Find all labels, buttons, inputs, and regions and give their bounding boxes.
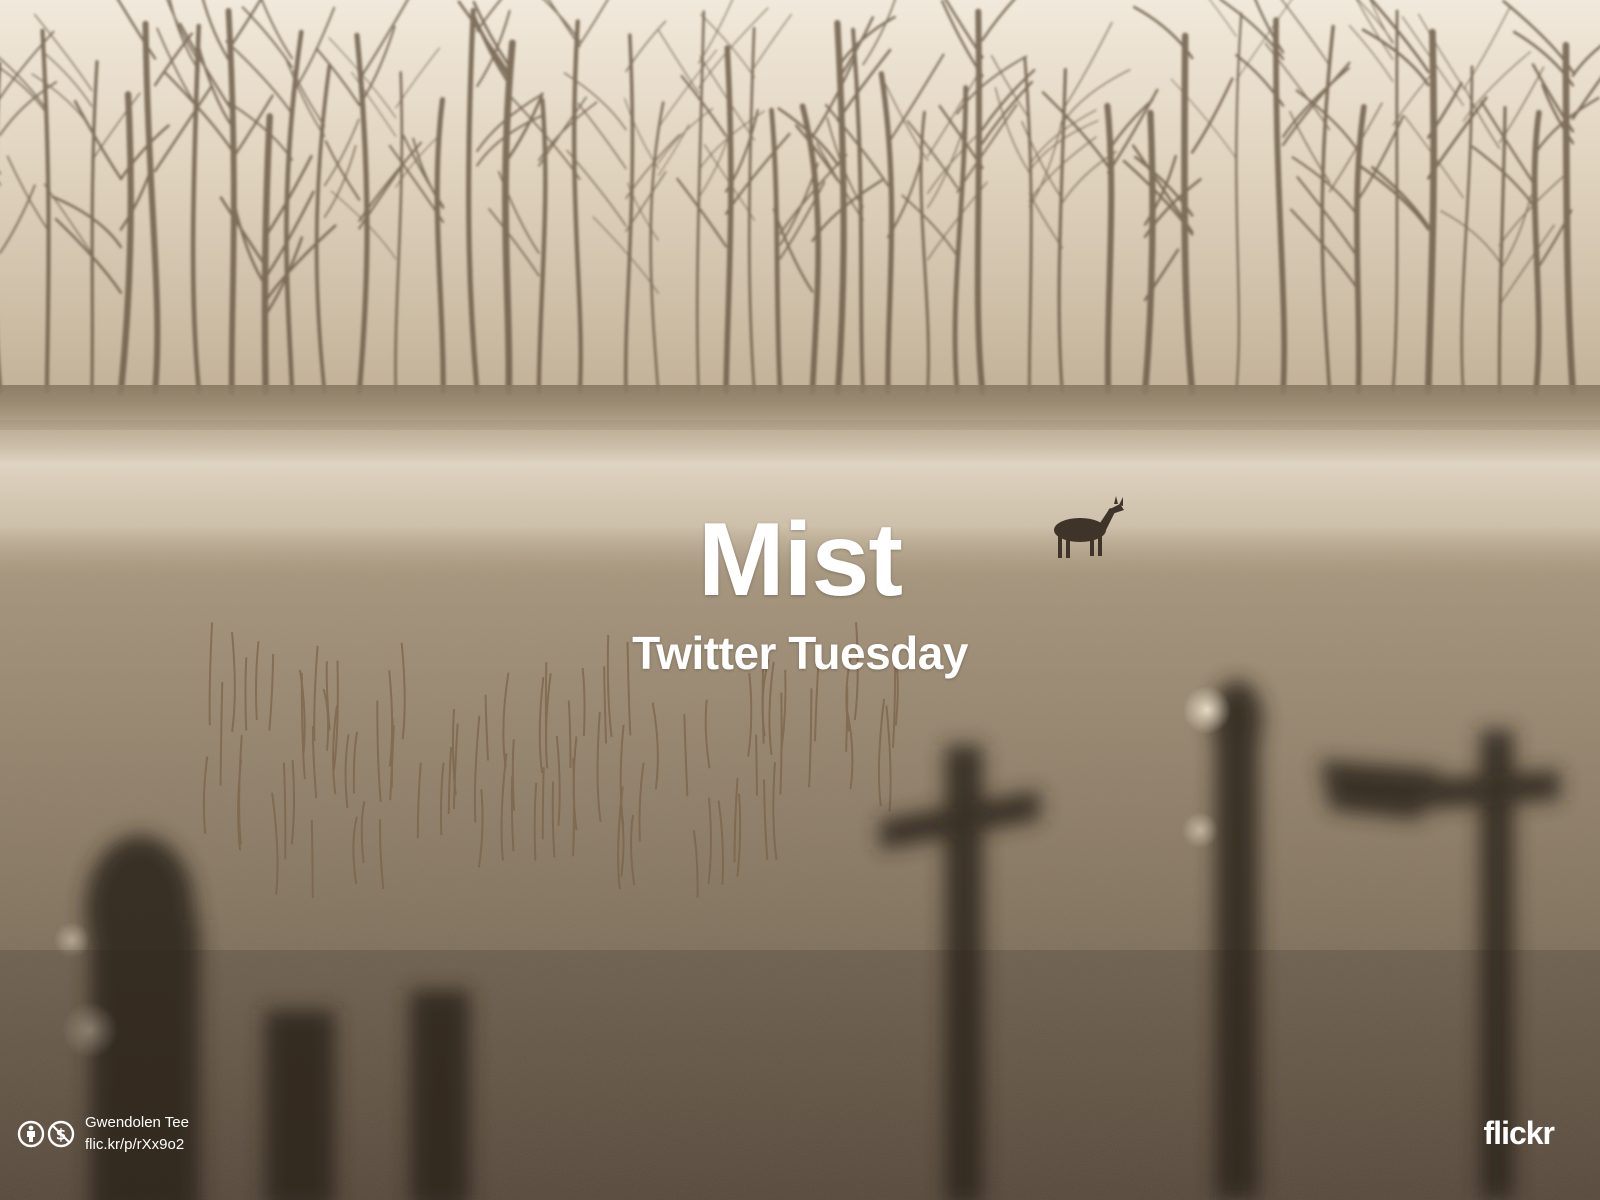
cc-noncommercial-icon: $ <box>47 1120 75 1148</box>
poster-title: Mist <box>698 502 903 618</box>
grass-tuft <box>755 734 759 796</box>
flickr-logo: flickr <box>1483 1115 1555 1151</box>
credit-url[interactable]: flic.kr/p/rXx9o2 <box>85 1134 189 1156</box>
grass-tuft <box>541 767 545 840</box>
credit-author: Gwendolen Tee <box>85 1114 189 1131</box>
poster: Mist Twitter Tuesday $ Gwendolen Tee fli… <box>0 0 1600 1200</box>
credit-text: Gwendolen Tee flic.kr/p/rXx9o2 <box>85 1112 189 1156</box>
photo-credit: $ Gwendolen Tee flic.kr/p/rXx9o2 <box>17 1112 189 1156</box>
poster-subtitle: Twitter Tuesday <box>632 627 968 679</box>
grass-tuft <box>779 692 783 795</box>
title-block: Mist Twitter Tuesday <box>0 505 1600 681</box>
license-icons: $ <box>17 1120 75 1148</box>
cc-attribution-icon <box>17 1120 45 1148</box>
grass-tuft <box>310 819 314 898</box>
